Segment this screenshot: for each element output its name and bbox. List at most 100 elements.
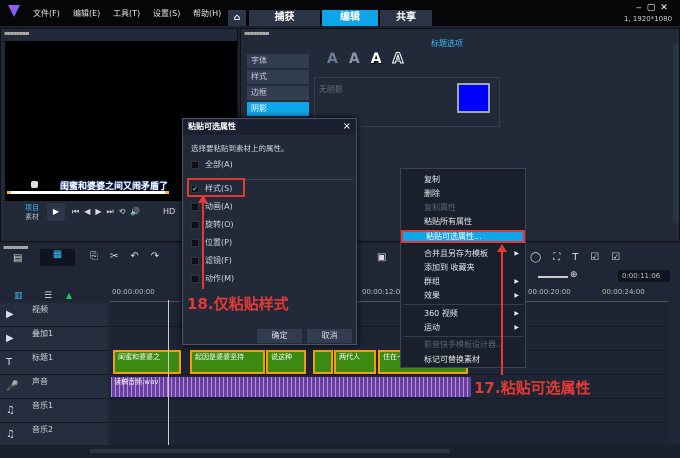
tab-capture[interactable]: 捕获: [249, 10, 320, 26]
arrow-head-icon: [198, 195, 208, 203]
panel-grip[interactable]: ▪▪▪▪▪▪▪▪: [4, 30, 30, 37]
menu-item-motion[interactable]: 运动 ▶: [401, 321, 525, 334]
panel-grip[interactable]: ▪▪▪▪▪▪▪▪: [3, 244, 29, 251]
scrollbar[interactable]: [673, 43, 679, 223]
style-preset[interactable]: A: [327, 51, 349, 67]
style-preset[interactable]: A: [349, 51, 371, 67]
side-tab-border[interactable]: 边框: [247, 86, 309, 100]
ruler-tick: 00:00:20:00: [528, 288, 571, 296]
record-icon[interactable]: ▣: [377, 252, 386, 263]
track-header-voice[interactable]: 声音 🎤: [0, 375, 108, 399]
mode-clip[interactable]: 素材: [25, 212, 39, 222]
ruler-tick: 00:00:00:00: [112, 288, 155, 296]
shadow-color-swatch[interactable]: [457, 83, 490, 113]
all-label: 全部(A): [205, 160, 233, 169]
tab-edit[interactable]: 编辑: [322, 10, 378, 26]
trim-bar[interactable]: [7, 191, 169, 194]
menu-label: 运动: [424, 323, 440, 332]
horizontal-scrollbar[interactable]: [90, 449, 450, 453]
menu-item-delete[interactable]: 删除: [401, 187, 525, 200]
menu-item-group[interactable]: 群组 ▶: [401, 275, 525, 288]
style-presets[interactable]: AAAA: [327, 51, 415, 68]
options-title: 标题选项: [431, 39, 463, 48]
track-header-overlay[interactable]: 叠加1 ▶: [0, 327, 108, 351]
track-header-video[interactable]: 视频 ▶: [0, 303, 108, 327]
hd-button[interactable]: HD: [163, 207, 175, 216]
playback-controls[interactable]: ⏮◀▶⏭⟲🔊: [72, 207, 145, 217]
audio-clip[interactable]: 读稿音频.wav: [111, 377, 471, 397]
menu-separator: [403, 304, 523, 305]
menu-item-add-favorites[interactable]: 添加到 收藏夹: [401, 261, 525, 274]
microphone-icon: 🎤: [6, 381, 19, 392]
tab-share[interactable]: 共享: [380, 10, 432, 26]
timecode-display[interactable]: 0:00:11:06: [618, 270, 670, 282]
menu-item-effects[interactable]: 效果 ▶: [401, 289, 525, 302]
toolbar-icons-right[interactable]: ◯⛶T☑☑: [530, 252, 632, 263]
menu-item-copy[interactable]: 复制: [401, 173, 525, 186]
context-menu: 复制 删除 复制属性 粘贴所有属性 粘贴可选属性... 合并且另存为模板 ▶ 添加…: [400, 168, 526, 368]
style-preset[interactable]: A: [392, 51, 415, 68]
zoom-slider[interactable]: [538, 276, 568, 278]
ok-button[interactable]: 确定: [257, 329, 302, 343]
step-17-annotation: 17.粘贴可选属性: [474, 379, 591, 397]
title-clip[interactable]: [313, 350, 333, 374]
title-clip[interactable]: 两代人: [334, 350, 376, 374]
position-label: 位置(P): [205, 238, 233, 247]
position-checkbox[interactable]: [191, 239, 199, 247]
play-button[interactable]: ▶: [47, 203, 65, 221]
all-checkbox[interactable]: [191, 161, 199, 169]
style-preset[interactable]: A: [371, 51, 393, 67]
rotation-checkbox[interactable]: [191, 221, 199, 229]
annotation-arrow: [501, 250, 503, 375]
side-tab-style[interactable]: 样式: [247, 70, 309, 84]
playhead-line[interactable]: [168, 300, 169, 445]
window-controls[interactable]: ‒▢✕: [636, 3, 673, 13]
annotation-arrow: [202, 199, 204, 289]
track-row[interactable]: [110, 399, 668, 423]
submenu-arrow-icon: ▶: [514, 324, 519, 331]
animation-checkbox[interactable]: [191, 203, 199, 211]
motion-checkbox[interactable]: [191, 275, 199, 283]
menu-item-paste-selective-attributes[interactable]: 粘贴可选属性...: [401, 230, 525, 243]
zoom-in-icon[interactable]: ⊕: [570, 270, 578, 280]
edit-tools[interactable]: ⎘✂↶↷: [90, 251, 171, 262]
paste-attributes-dialog: 粘贴可选属性 × 选择要粘贴到素材上的属性。 全部(A) ✔ 样式(S) 动画(…: [182, 118, 357, 345]
side-tab-shadow[interactable]: 阴影: [247, 102, 309, 116]
menu-settings[interactable]: 设置(S): [153, 8, 180, 19]
menu-edit[interactable]: 编辑(E): [73, 8, 100, 19]
storyboard-view-icon[interactable]: ▤: [13, 253, 22, 264]
animation-label: 动画(A): [205, 202, 233, 211]
menu-file[interactable]: 文件(F): [33, 8, 60, 19]
arrow-head-icon: [497, 244, 507, 252]
side-tab-font[interactable]: 字体: [247, 54, 309, 68]
title-bar: 文件(F) 编辑(E) 工具(T) 设置(S) 帮助(H) ⌂ 捕获 编辑 共享…: [0, 0, 680, 26]
track-name: 叠加1: [32, 329, 54, 338]
dialog-instruction: 选择要粘贴到素材上的属性。: [191, 144, 289, 153]
close-icon[interactable]: ×: [343, 121, 351, 132]
highlight-box: [187, 178, 245, 197]
home-tab[interactable]: ⌂: [228, 10, 246, 26]
track-header-music2[interactable]: 音乐2 ♫: [0, 423, 108, 447]
chapter-icon[interactable]: ☰: [44, 291, 52, 301]
menu-tools[interactable]: 工具(T): [113, 8, 140, 19]
menu-item-mark-replaceable[interactable]: 标记可替换素材: [401, 353, 525, 366]
title-clip[interactable]: 起因是婆婆坚持: [190, 350, 265, 374]
menu-item-paste-all-attributes[interactable]: 粘贴所有属性: [401, 215, 525, 228]
menu-help[interactable]: 帮助(H): [193, 8, 221, 19]
panel-grip[interactable]: ▪▪▪▪▪▪▪▪: [244, 30, 270, 37]
playhead-marker[interactable]: [31, 181, 38, 188]
track-name: 标题1: [32, 353, 54, 362]
cancel-button[interactable]: 取消: [307, 329, 352, 343]
track-header-title[interactable]: 标题1 T: [0, 351, 108, 375]
filter-checkbox[interactable]: [191, 257, 199, 265]
track-name: 视频: [32, 305, 48, 314]
track-header-music1[interactable]: 音乐1 ♫: [0, 399, 108, 423]
title-clip[interactable]: 说这种: [266, 350, 306, 374]
track-manager-icon[interactable]: ▥: [14, 291, 23, 301]
timeline-view-icon[interactable]: ▦: [40, 249, 75, 266]
track-row[interactable]: [110, 423, 668, 447]
title-clip[interactable]: 闺蜜和婆婆之: [113, 350, 181, 374]
add-marker-icon[interactable]: ▲: [66, 291, 72, 300]
menu-item-360-video[interactable]: 360 视频 ▶: [401, 307, 525, 320]
title-track-icon: T: [6, 357, 13, 368]
